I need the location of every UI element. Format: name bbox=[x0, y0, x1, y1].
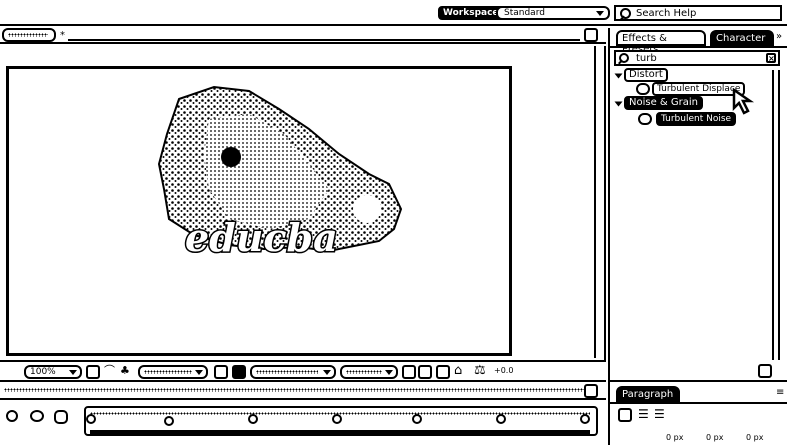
zoom-value: 100% bbox=[30, 367, 56, 377]
chevron-down-icon bbox=[195, 370, 203, 375]
expand-arrow-icon[interactable] bbox=[614, 73, 623, 79]
effects-presets-panel: Effects & Presets Character » turb × Dis… bbox=[608, 28, 787, 380]
effects-search-input[interactable]: turb × bbox=[614, 50, 780, 66]
exposure-value[interactable]: +0.0 bbox=[494, 367, 513, 375]
fast-preview-icon[interactable] bbox=[402, 365, 416, 379]
time-marker[interactable] bbox=[412, 414, 422, 424]
turbulence-light-spot bbox=[353, 195, 381, 223]
viewer-tab-row: ⁎ bbox=[0, 28, 606, 44]
top-bar: Workspace: Standard Search Help bbox=[0, 0, 787, 26]
expand-arrow-icon[interactable] bbox=[614, 101, 623, 107]
indent-row: 0 px 0 px 0 px bbox=[616, 432, 782, 446]
frame-blend-icon[interactable] bbox=[54, 410, 68, 424]
effect-icon bbox=[638, 113, 652, 125]
tab-effects-presets[interactable]: Effects & Presets bbox=[616, 30, 706, 55]
effect-turbulent-displace-label: Turbulent Displace bbox=[657, 84, 741, 94]
timeline-tab-strip bbox=[4, 388, 584, 392]
resolution-dropdown[interactable] bbox=[138, 365, 208, 379]
panel-menu-icon[interactable]: ≡ bbox=[776, 388, 784, 398]
timeline-divider bbox=[0, 398, 606, 400]
composition-viewer: educba bbox=[0, 46, 606, 360]
workspace-label-text: Workspace: bbox=[443, 8, 503, 18]
viewer-lock-icon[interactable]: ⁎ bbox=[60, 28, 65, 38]
category-distort-label: Distort bbox=[629, 69, 663, 80]
effect-turbulent-noise-label: Turbulent Noise bbox=[661, 114, 732, 124]
viewer-tab-dots bbox=[8, 33, 48, 37]
category-noise-grain-label: Noise & Grain bbox=[629, 97, 698, 108]
turbulent-logo-artwork bbox=[157, 85, 403, 253]
workspace-dropdown[interactable]: Standard bbox=[496, 6, 610, 20]
viewer-path-field bbox=[68, 31, 580, 41]
chevron-down-icon bbox=[385, 370, 393, 375]
paragraph-tab-underline bbox=[610, 402, 787, 404]
effects-scrollbar[interactable] bbox=[772, 70, 780, 360]
transparency-grid-icon[interactable] bbox=[232, 365, 246, 379]
align-right-icon[interactable]: ☰ bbox=[654, 408, 665, 420]
tab-paragraph[interactable]: Paragraph bbox=[616, 386, 680, 402]
time-marker[interactable] bbox=[332, 414, 342, 424]
timeline-panel bbox=[0, 380, 606, 445]
composition-canvas[interactable]: educba bbox=[6, 66, 512, 356]
timeline-icon[interactable] bbox=[418, 365, 432, 379]
tab-character[interactable]: Character bbox=[710, 30, 774, 46]
time-marker[interactable] bbox=[248, 414, 258, 424]
work-area-bar[interactable] bbox=[90, 430, 590, 434]
indent-first-value[interactable]: 0 px bbox=[706, 434, 723, 442]
timeline-ruler[interactable] bbox=[84, 406, 598, 436]
exposure-icon[interactable]: ⚖ bbox=[474, 364, 486, 377]
resolution-dots bbox=[144, 370, 192, 374]
snapshot-icon[interactable] bbox=[86, 365, 100, 379]
color-picker-icon[interactable]: ♣ bbox=[120, 365, 130, 376]
time-marker[interactable] bbox=[86, 414, 96, 424]
composition-logo-text: educba bbox=[184, 215, 340, 260]
viewer-menu-icon[interactable] bbox=[584, 28, 598, 42]
tab-paragraph-label: Paragraph bbox=[622, 389, 674, 400]
indent-left-value[interactable]: 0 px bbox=[666, 434, 683, 442]
region-icon[interactable] bbox=[214, 365, 228, 379]
indent-right-value[interactable]: 0 px bbox=[746, 434, 763, 442]
turbulence-dark-spot bbox=[221, 147, 241, 167]
camera-icon[interactable]: ⌂ bbox=[454, 364, 462, 377]
view-dots bbox=[346, 370, 382, 374]
chevron-down-icon bbox=[69, 370, 77, 375]
clear-search-icon[interactable]: × bbox=[766, 53, 776, 63]
mouse-cursor-icon bbox=[732, 88, 755, 115]
align-left-icon[interactable] bbox=[618, 408, 632, 422]
category-noise-grain[interactable]: Noise & Grain bbox=[624, 96, 703, 110]
time-marker[interactable] bbox=[164, 416, 174, 426]
effects-tab-underline bbox=[610, 46, 787, 48]
flowchart-icon[interactable] bbox=[436, 365, 450, 379]
comp-flowchart-icon[interactable] bbox=[30, 410, 44, 422]
camera-dropdown[interactable] bbox=[250, 365, 336, 379]
view-dropdown[interactable] bbox=[340, 365, 398, 379]
mask-icon[interactable]: ⌒ bbox=[104, 365, 115, 376]
chevron-down-icon bbox=[323, 370, 331, 375]
timeline-menu-icon[interactable] bbox=[584, 384, 598, 398]
search-timeline-icon[interactable] bbox=[6, 410, 18, 422]
category-distort[interactable]: Distort bbox=[624, 68, 668, 82]
workspace-value: Standard bbox=[504, 8, 545, 18]
search-help-placeholder: Search Help bbox=[636, 8, 697, 19]
panel-menu-icon[interactable]: » bbox=[776, 32, 782, 42]
effects-search-value: turb bbox=[636, 53, 657, 64]
viewer-scrollbar[interactable] bbox=[594, 46, 602, 358]
chevron-down-icon bbox=[596, 11, 604, 16]
time-marker[interactable] bbox=[580, 414, 590, 424]
zoom-dropdown[interactable]: 100% bbox=[24, 365, 82, 379]
search-help-field[interactable]: Search Help bbox=[614, 5, 782, 21]
time-marker[interactable] bbox=[496, 414, 506, 424]
align-center-icon[interactable]: ☰ bbox=[638, 408, 649, 420]
viewer-tab[interactable] bbox=[2, 28, 56, 42]
viewer-toolbar: 100% ⌒ ♣ ⌂ ⚖ +0.0 bbox=[0, 360, 606, 380]
effect-icon bbox=[636, 83, 650, 95]
paragraph-panel: Paragraph ≡ ☰ ☰ 0 px 0 px 0 px bbox=[608, 380, 787, 445]
camera-dots bbox=[256, 370, 318, 374]
effect-turbulent-noise[interactable]: Turbulent Noise bbox=[656, 112, 737, 126]
tab-character-label: Character bbox=[716, 33, 766, 44]
new-bin-icon[interactable] bbox=[758, 364, 772, 378]
